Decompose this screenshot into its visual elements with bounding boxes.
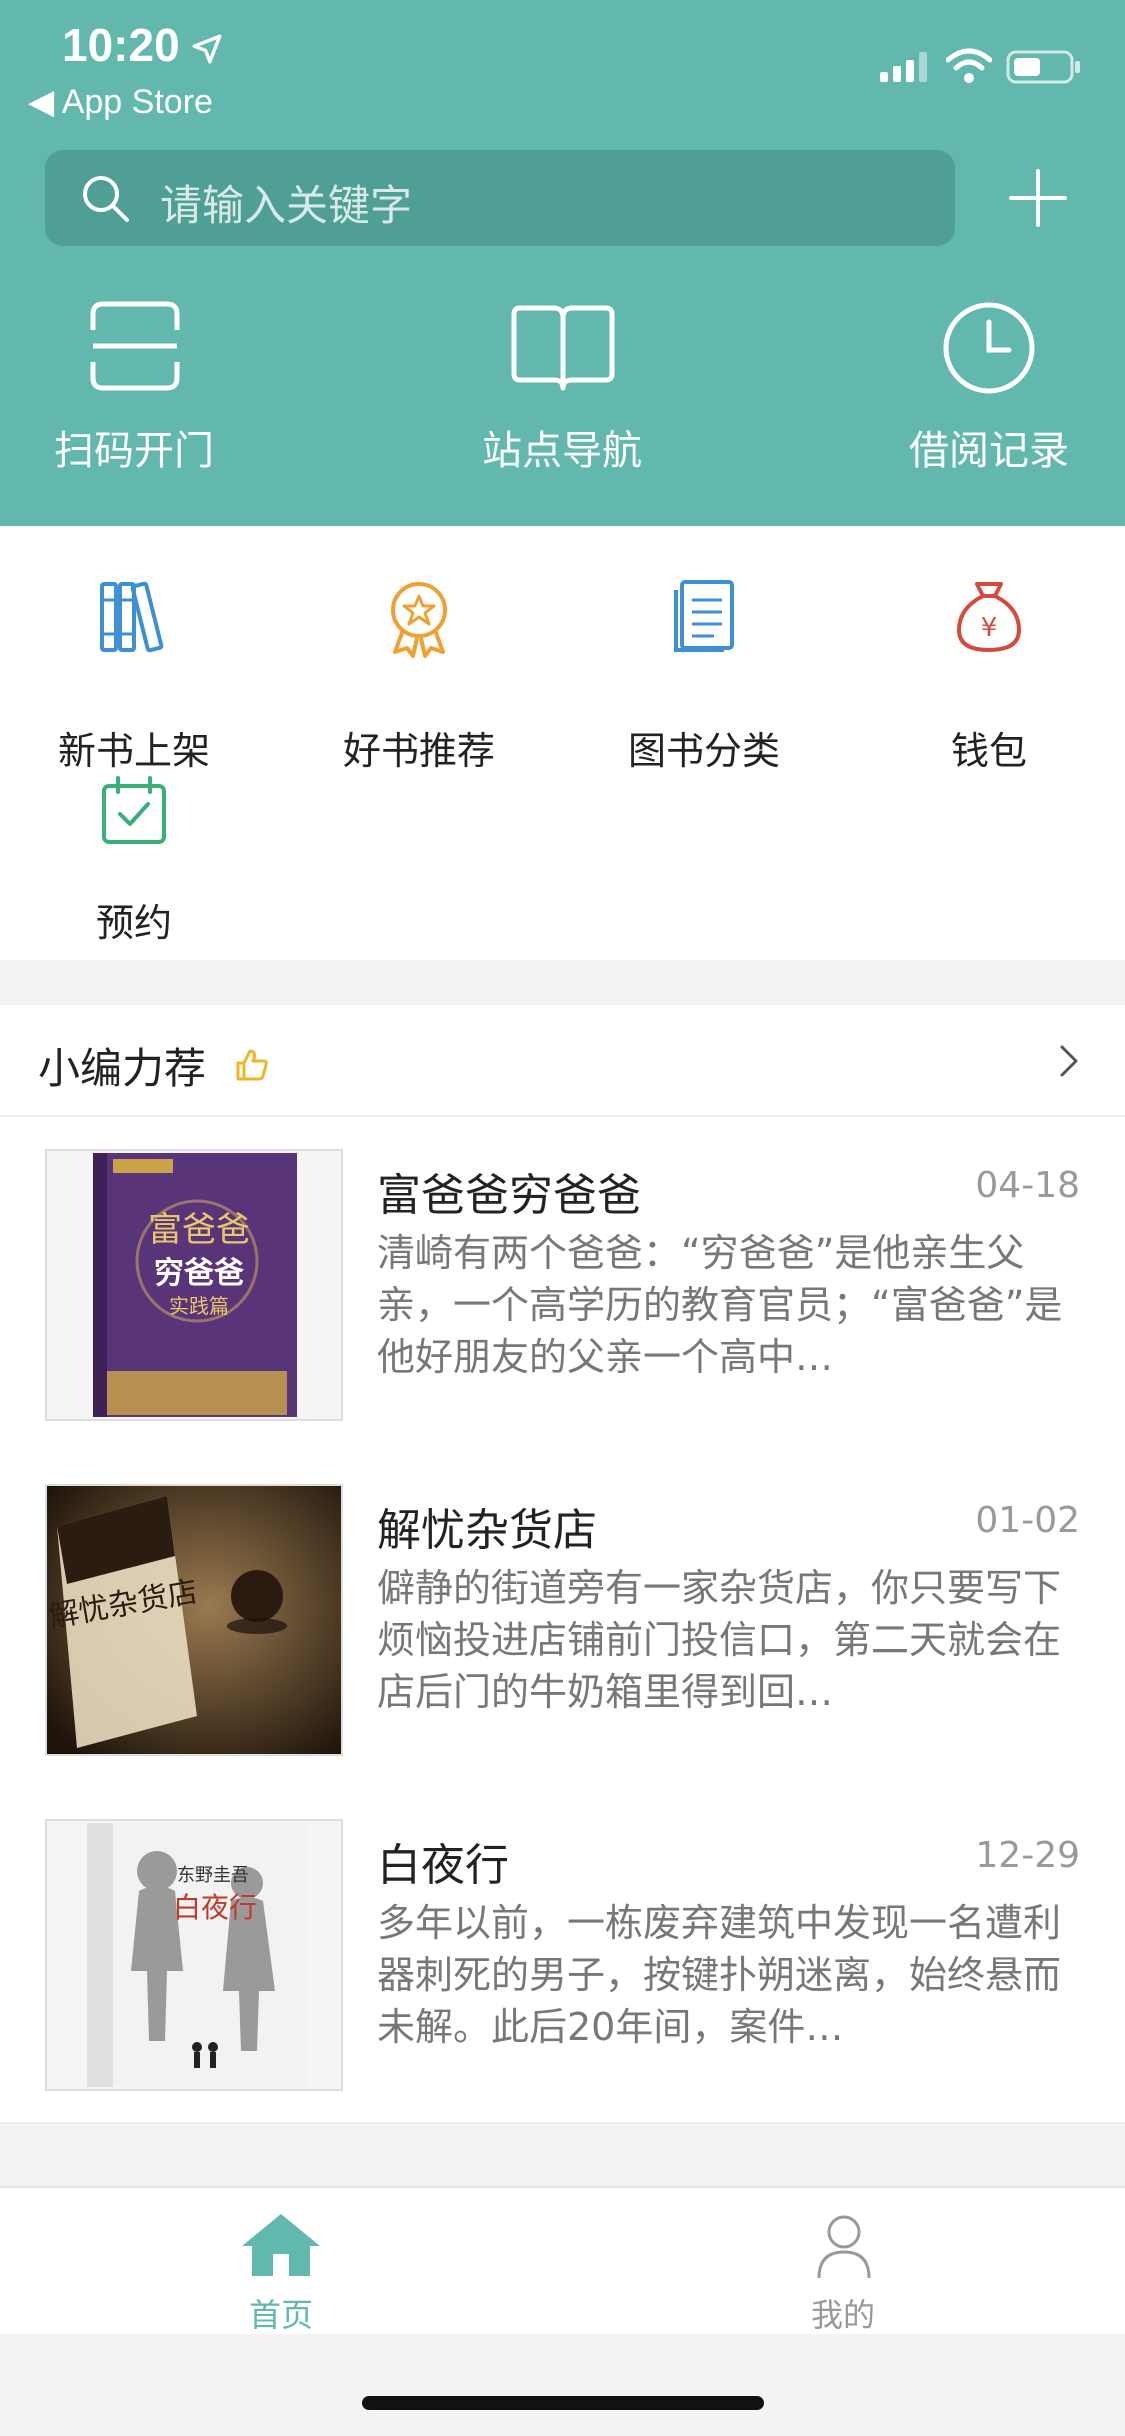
search-icon <box>83 176 129 222</box>
book-cover: 富爸爸 穷爸爸 实践篇 <box>45 1149 343 1421</box>
scan-icon <box>90 301 180 391</box>
wifi-icon <box>946 48 992 83</box>
tab-mine[interactable]: 我的 <box>562 2188 1124 2334</box>
bookshelf-icon <box>100 581 164 653</box>
book-item[interactable]: 富爸爸 穷爸爸 实践篇 富爸爸穷爸爸 04-18 清崎有两个爸爸：“穷爸爸”是他… <box>0 1117 1125 1454</box>
category-recommended-label: 好书推荐 <box>342 729 495 773</box>
editor-picks-header[interactable]: 小编力荐 <box>0 1005 1125 1117</box>
book-title: 富爸爸穷爸爸 <box>377 1170 641 1221</box>
book-cover: 解忧杂货店 <box>45 1484 343 1756</box>
home-icon <box>242 2214 320 2276</box>
book-cover: 东野圭吾 白夜行 <box>45 1819 343 2091</box>
book-title: 白夜行 <box>377 1840 509 1891</box>
tab-bar: 首页 我的 <box>0 2186 1125 2334</box>
station-navigation-label: 站点导航 <box>482 428 642 474</box>
battery-icon <box>1006 50 1080 84</box>
cover-subtitle-2: 实践篇 <box>169 1294 229 1318</box>
thumbs-up-icon <box>236 1049 268 1081</box>
back-to-app-store[interactable]: ◀ App Store <box>28 82 213 122</box>
header: 10:20 ◀ App Store 请输入关键字 扫码开门 站点导航 借阅记录 <box>0 0 1125 526</box>
search-placeholder: 请输入关键字 <box>160 181 413 230</box>
cover-title: 富爸爸 <box>148 1210 250 1250</box>
book-date: 12-29 <box>975 1835 1080 1876</box>
tab-mine-label: 我的 <box>810 2296 875 2334</box>
book-description: 清崎有两个爸爸：“穷爸爸”是他亲生父亲，一个高学历的教育官员；“富爸爸”是他好朋… <box>377 1231 1063 1379</box>
cover-subtitle: 穷爸爸 <box>154 1256 244 1291</box>
book-description: 多年以前，一栋废弃建筑中发现一名遭利器刺死的男子，按键扑朔迷离，始终悬而未解。此… <box>377 1901 1062 2049</box>
search-input[interactable]: 请输入关键字 <box>45 150 955 246</box>
tab-home[interactable]: 首页 <box>0 2188 562 2334</box>
document-icon <box>674 580 734 652</box>
category-reservation-label: 预约 <box>95 901 172 945</box>
book-date: 04-18 <box>975 1165 1080 1206</box>
book-open-icon <box>511 305 615 391</box>
book-description: 僻静的街道旁有一家杂货店，你只要写下烦恼投进店铺前门投信口，第二天就会在店后门的… <box>377 1566 1062 1714</box>
user-icon <box>817 2215 871 2279</box>
chevron-right-icon <box>1060 1045 1078 1077</box>
home-indicator[interactable] <box>362 2396 764 2410</box>
svg-text:¥: ¥ <box>981 613 998 643</box>
book-item[interactable]: 东野圭吾 白夜行 白夜行 12-29 多年以前，一栋废弃建筑中发现一名遭利器刺死… <box>0 1787 1125 2124</box>
book-date: 01-02 <box>975 1500 1080 1541</box>
category-panel: 新书上架 好书推荐 图书分类 ¥ 钱包 预约 <box>0 526 1125 960</box>
cover-title: 白夜行 <box>173 1891 257 1924</box>
scan-open-door-label: 扫码开门 <box>54 428 214 474</box>
borrow-history-label: 借阅记录 <box>909 428 1069 474</box>
category-new-books-label: 新书上架 <box>57 729 210 773</box>
section-title: 小编力荐 <box>38 1044 207 1093</box>
money-bag-icon: ¥ <box>956 582 1022 653</box>
status-time: 10:20 <box>62 19 180 71</box>
tab-home-label: 首页 <box>248 2296 313 2334</box>
category-wallet-label: 钱包 <box>950 729 1027 773</box>
cover-author: 东野圭吾 <box>177 1865 249 1886</box>
add-icon[interactable] <box>1005 165 1071 231</box>
award-icon <box>391 582 447 658</box>
signal-icon <box>880 52 927 82</box>
calendar-check-icon <box>102 776 166 844</box>
book-item[interactable]: 解忧杂货店 解忧杂货店 01-02 僻静的街道旁有一家杂货店，你只要写下烦恼投进… <box>0 1452 1125 1789</box>
book-title: 解忧杂货店 <box>377 1505 597 1556</box>
clock-icon <box>943 302 1035 394</box>
location-arrow-icon <box>192 34 222 64</box>
category-classification-label: 图书分类 <box>627 729 780 773</box>
